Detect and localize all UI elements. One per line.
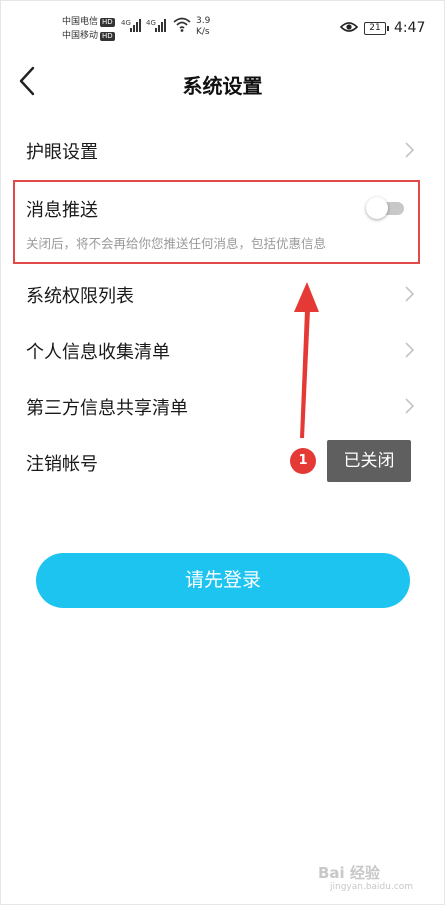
battery-level: 21: [369, 23, 381, 33]
settings-item-third-party-sharing[interactable]: 第三方信息共享清单: [0, 380, 445, 430]
carrier-2: 中国移动: [62, 31, 99, 41]
settings-item-label: 护眼设置: [26, 142, 98, 163]
annotation-tooltip: 已关闭: [327, 440, 411, 482]
settings-item-personal-info-list[interactable]: 个人信息收集清单: [0, 324, 445, 374]
chevron-right-icon: [405, 342, 415, 358]
speed-value: 3.9: [196, 16, 211, 26]
speed-unit: K/s: [196, 27, 210, 37]
settings-item-label: 系统权限列表: [26, 286, 134, 307]
carrier-1: 中国电信: [62, 17, 99, 27]
hd-badge: HD: [100, 32, 115, 41]
annotation-step-badge: 1: [290, 448, 316, 474]
chevron-right-icon: [405, 286, 415, 302]
login-button[interactable]: 请先登录: [36, 553, 410, 608]
battery-icon: 21: [364, 22, 389, 35]
status-bar: 中国电信 HD 中国移动 HD 4G 4G 3.9 K/s 21 4:47: [0, 0, 445, 56]
wifi-icon: [173, 17, 191, 32]
page-title: 系统设置: [182, 74, 263, 98]
settings-item-label: 第三方信息共享清单: [26, 398, 188, 419]
settings-item-permission-list[interactable]: 系统权限列表: [0, 268, 445, 318]
chevron-right-icon: [405, 142, 415, 158]
app-header: 系统设置: [0, 56, 445, 112]
settings-item-eye-protection[interactable]: 护眼设置: [0, 126, 445, 174]
settings-item-label: 个人信息收集清单: [26, 342, 170, 363]
eye-icon: [340, 22, 358, 32]
watermark-url: jingyan.baidu.com: [330, 882, 414, 892]
chevron-right-icon: [405, 398, 415, 414]
clock: 4:47: [394, 20, 426, 36]
network-speed: 3.9 K/s: [196, 16, 210, 38]
signal-bars-1-icon: [130, 18, 144, 32]
settings-item-label: 注销帐号: [26, 454, 98, 475]
settings-item-label: 消息推送: [26, 200, 98, 221]
signal-bars-2-icon: [155, 18, 169, 32]
push-description: 关闭后，将不会再给你您推送任何消息，包括优惠信息: [26, 236, 327, 251]
hd-badge: HD: [100, 18, 115, 27]
toggle-knob: [366, 197, 388, 219]
annotation-arrow-icon: [294, 282, 319, 438]
carrier-info: 中国电信 HD 中国移动 HD: [62, 15, 115, 43]
watermark-brand: Bai 经验: [318, 864, 380, 882]
push-toggle-switch[interactable]: [366, 197, 406, 219]
